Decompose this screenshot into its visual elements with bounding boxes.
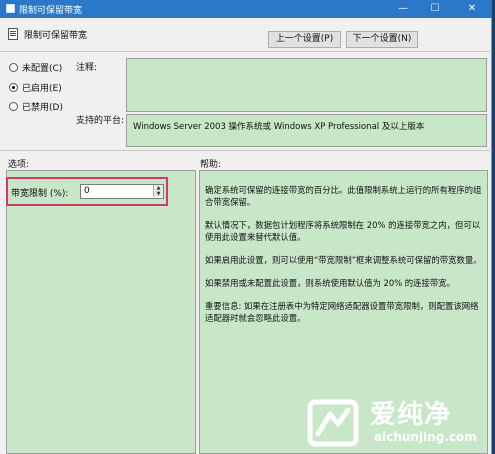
- radio-circle[interactable]: [9, 62, 18, 72]
- radio-not-configured[interactable]: 未配置(C): [9, 60, 62, 74]
- options-title: 选项:: [8, 160, 30, 170]
- radio-circle[interactable]: [9, 101, 18, 111]
- radio-disabled[interactable]: 已禁用(D): [9, 99, 63, 113]
- radio-circle[interactable]: [9, 82, 18, 92]
- platform-value: Windows Server 2003 操作系统或 Windows XP Pro…: [133, 122, 425, 132]
- help-paragraph: 默认情况下，数据包计划程序将系统限制在 20% 的连接带宽之内，但可以使用此设置…: [205, 220, 481, 242]
- policy-window: 限制可保留带宽 — ☐ ✕ 限制可保留带宽 上一个设置(P) 下一个设置(N) …: [0, 0, 492, 454]
- minimize-button[interactable]: —: [388, 0, 418, 18]
- help-text: 确定系统可保留的连接带宽的百分比。此值限制系统上运行的所有程序的组合带宽保留。 …: [205, 184, 485, 335]
- radio-label: 未配置(C): [22, 63, 63, 74]
- watermark: 爱纯净 aichunjing.com: [300, 392, 495, 454]
- title-bar: 限制可保留带宽 — ☐ ✕: [0, 0, 492, 18]
- help-paragraph: 重要信息: 如果在注册表中为特定网络适配器设置带宽限制，则配置该网络适配器时就会…: [205, 301, 479, 323]
- close-button[interactable]: ✕: [452, 0, 492, 18]
- radio-label: 已启用(E): [22, 83, 62, 94]
- highlight-box: [6, 177, 168, 206]
- setting-title: 限制可保留带宽: [24, 31, 88, 41]
- help-paragraph: 如果启用此设置，则可以使用“带宽限制”框来调整系统可保留的带宽数量。: [205, 255, 482, 265]
- radio-label: 已禁用(D): [22, 102, 63, 113]
- setting-icon: [8, 28, 18, 40]
- platform-field: Windows Server 2003 操作系统或 Windows XP Pro…: [126, 114, 487, 147]
- divider: [0, 51, 492, 52]
- help-paragraph: 如果禁用或未配置此设置，则系统使用默认值为 20% 的连接带宽。: [205, 278, 456, 288]
- divider: [0, 150, 492, 151]
- radio-enabled[interactable]: 已启用(E): [9, 80, 62, 94]
- next-setting-button[interactable]: 下一个设置(N): [346, 31, 418, 48]
- comment-field[interactable]: [126, 58, 487, 112]
- watermark-name: 爱纯净: [370, 400, 452, 430]
- window-title: 限制可保留带宽: [19, 6, 83, 16]
- comment-label: 注释:: [76, 63, 98, 73]
- previous-setting-button[interactable]: 上一个设置(P): [268, 31, 341, 48]
- help-title: 帮助:: [200, 160, 222, 170]
- platform-label: 支持的平台:: [76, 116, 125, 126]
- watermark-logo-icon: [307, 399, 359, 447]
- app-icon: [6, 4, 15, 13]
- options-panel: [6, 170, 196, 454]
- watermark-url: aichunjing.com: [374, 430, 477, 444]
- help-paragraph: 确定系统可保留的连接带宽的百分比。此值限制系统上运行的所有程序的组合带宽保留。: [205, 185, 482, 207]
- maximize-button[interactable]: ☐: [420, 0, 450, 18]
